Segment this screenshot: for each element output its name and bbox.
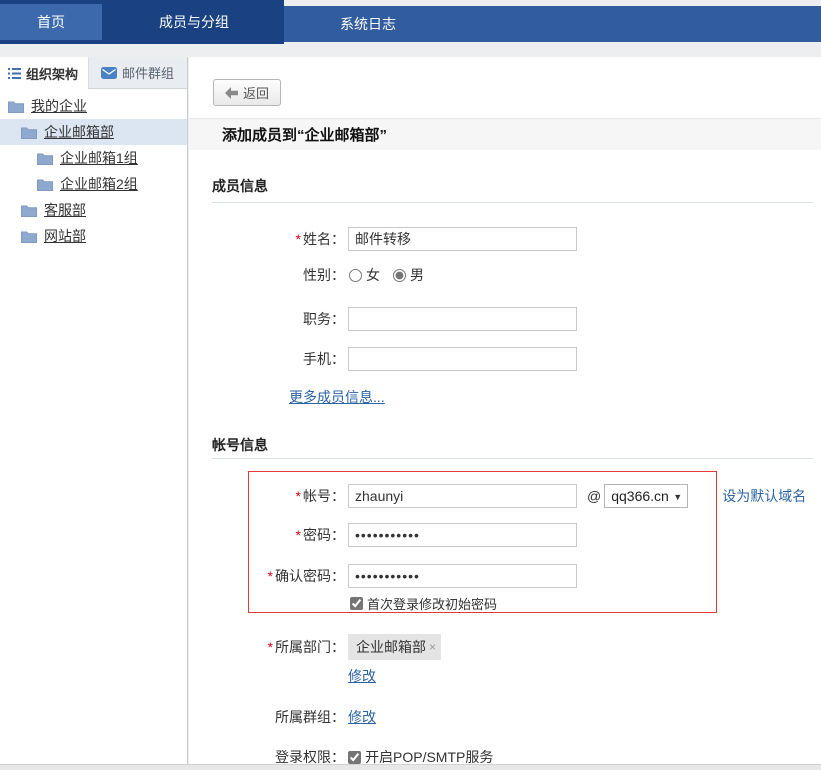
department-label: *所属部门： [189,637,345,657]
tree-item-mailbox-dept[interactable]: 企业邮箱部 [0,119,187,145]
name-label: *姓名： [189,229,345,249]
tree-item-website-dept[interactable]: 网站部 [0,223,187,249]
tree-item-label: 客服部 [44,200,86,220]
gender-label: 性别： [189,265,345,285]
tree-item-customer-service-dept[interactable]: 客服部 [0,197,187,223]
name-row: *姓名： [189,227,577,251]
gender-female-label: 女 [366,265,380,285]
sidebar-tab-org-structure-label: 组织架构 [26,64,78,83]
nav-tab-home[interactable]: 首页 [0,4,102,40]
account-input[interactable] [348,484,577,508]
tree-item-label: 我的企业 [31,96,87,116]
department-tag-label: 企业邮箱部 [356,637,426,657]
tree-item-mailbox-group2[interactable]: 企业邮箱2组 [0,171,187,197]
account-row: *帐号： @ qq366.cn ▼ 设为默认域名 [189,484,806,508]
required-mark: * [296,527,301,543]
app-window: 首页 成员与分组 系统日志 组织架构 [0,0,821,770]
mail-group-icon [101,67,117,79]
first-login-option[interactable]: 首次登录修改初始密码 [350,594,497,613]
nav-tab-members-groups-label: 成员与分组 [159,12,229,32]
sidebar-tab-mail-groups-label: 邮件群组 [122,63,174,82]
domain-select[interactable]: qq366.cn ▼ [604,484,688,508]
bottom-strip [0,764,821,770]
nav-tab-members-groups[interactable]: 成员与分组 [104,0,284,44]
sidebar: 组织架构 邮件群组 我的企业 企业邮箱部 [0,57,188,764]
page-title-strip: 添加成员到“企业邮箱部” [189,118,821,150]
nav-tab-system-log[interactable]: 系统日志 [284,6,452,42]
password-label: *密码： [189,525,345,545]
more-member-info-link[interactable]: 更多成员信息... [289,387,385,407]
pop-smtp-checkbox[interactable] [348,751,361,764]
back-button[interactable]: 返回 [213,79,281,106]
folder-icon [21,126,37,139]
first-login-row: 首次登录修改初始密码 [350,593,497,613]
folder-icon [37,178,53,191]
tree-item-label: 企业邮箱2组 [60,174,138,194]
confirm-password-label: *确认密码： [189,566,345,586]
sidebar-tab-org-structure[interactable]: 组织架构 [0,57,88,89]
nav-tab-system-log-label: 系统日志 [340,14,396,34]
member-info-section-title: 成员信息 [212,176,268,196]
modify-group-link[interactable]: 修改 [348,707,376,727]
required-mark: * [268,639,273,655]
remove-tag-icon[interactable]: × [429,640,436,654]
page-title: 添加成员到“企业邮箱部” [222,124,387,145]
gender-row: 性别： 女 男 [189,263,424,287]
group-label: 所属群组： [189,707,345,727]
folder-icon [8,100,24,113]
at-sign: @ [587,488,601,504]
gender-female-option[interactable]: 女 [349,265,380,285]
job-label: 职务： [189,309,345,329]
section-divider [212,458,813,459]
set-default-domain-link[interactable]: 设为默认域名 [722,486,806,506]
mobile-label: 手机： [189,349,345,369]
required-mark: * [296,231,301,247]
first-login-checkbox[interactable] [350,597,363,610]
domain-select-value: qq366.cn [611,488,669,504]
modify-department-link[interactable]: 修改 [348,666,376,686]
first-login-label: 首次登录修改初始密码 [367,594,497,613]
folder-icon [21,204,37,217]
folder-icon [21,230,37,243]
gender-male-option[interactable]: 男 [393,265,424,285]
gender-female-radio[interactable] [349,269,362,282]
tree-item-label: 企业邮箱1组 [60,148,138,168]
main-content: 返回 添加成员到“企业邮箱部” 成员信息 *姓名： 性别： 女 男 职务： [189,57,821,764]
confirm-password-row: *确认密码： [189,564,577,588]
nav-tab-home-label: 首页 [37,12,65,32]
required-mark: * [268,568,273,584]
account-info-section-title: 帐号信息 [212,435,268,455]
required-mark: * [296,488,301,504]
gender-male-label: 男 [410,265,424,285]
gender-male-radio[interactable] [393,269,406,282]
group-row: 所属群组： 修改 [189,705,376,729]
password-row: *密码： [189,523,577,547]
account-label: *帐号： [189,486,345,506]
folder-icon [37,152,53,165]
mobile-input[interactable] [348,347,577,371]
name-input[interactable] [348,227,577,251]
department-tag: 企业邮箱部 × [348,634,441,660]
tree-item-label: 网站部 [44,226,86,246]
org-list-icon [8,68,21,79]
sidebar-tabs: 组织架构 邮件群组 [0,57,187,89]
password-input[interactable] [348,523,577,547]
job-row: 职务： [189,307,577,331]
sidebar-tab-mail-groups[interactable]: 邮件群组 [88,57,187,89]
back-button-label: 返回 [243,83,269,102]
org-tree: 我的企业 企业邮箱部 企业邮箱1组 企业邮箱2组 客服部 网站部 [0,89,187,249]
confirm-password-input[interactable] [348,564,577,588]
tree-item-label: 企业邮箱部 [44,122,114,142]
section-divider [212,202,813,203]
department-row: *所属部门： 企业邮箱部 × [189,635,441,659]
tree-item-mailbox-group1[interactable]: 企业邮箱1组 [0,145,187,171]
chevron-down-icon: ▼ [673,492,682,502]
mobile-row: 手机： [189,347,577,371]
job-input[interactable] [348,307,577,331]
tree-item-my-enterprise[interactable]: 我的企业 [0,93,187,119]
back-arrow-icon [225,87,238,99]
